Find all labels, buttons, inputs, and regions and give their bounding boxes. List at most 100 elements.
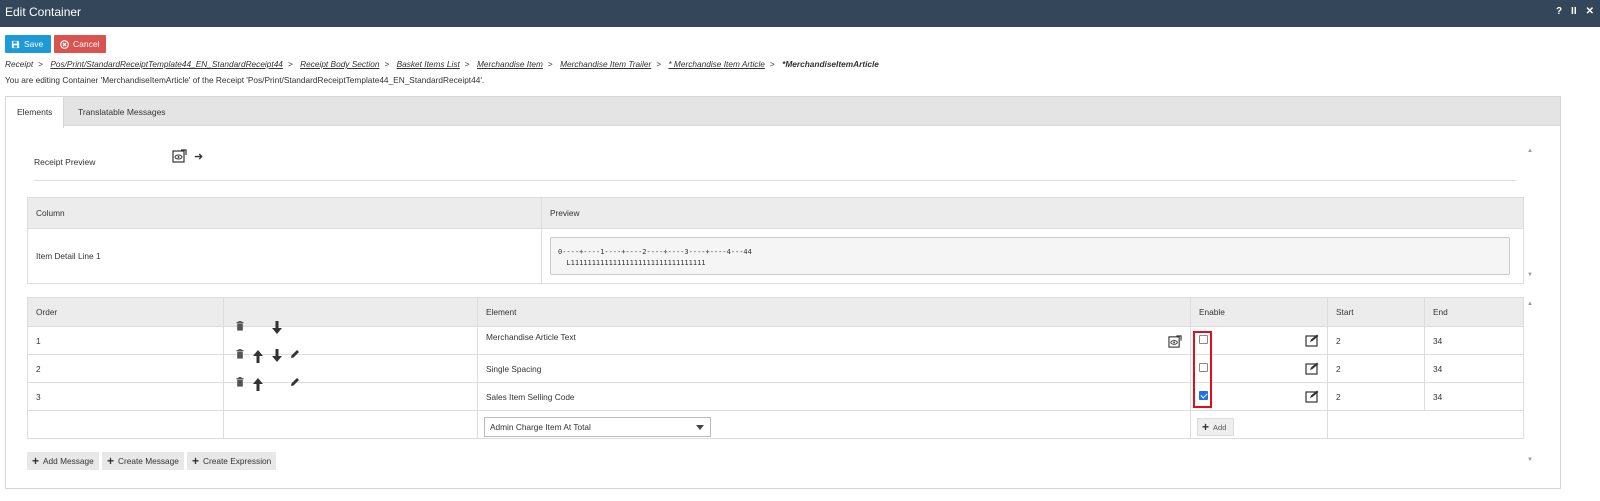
element-name: Sales Item Selling Code [486,391,575,402]
pencil-icon[interactable] [290,349,300,359]
breadcrumb-link-receipt-template[interactable]: Pos/Print/StandardReceiptTemplate44_EN_S… [50,59,283,69]
cancel-button[interactable]: Cancel [54,35,106,53]
breadcrumb-current: *MerchandiseItemArticle [782,59,879,69]
plus-icon: + [32,454,40,468]
add-element-row [27,410,1524,439]
chevron-down-icon [696,425,704,430]
breadcrumb-link-item-trailer[interactable]: Merchandise Item Trailer [560,59,651,69]
start-cell: 2 [1327,354,1425,383]
preview-eye-icon[interactable] [1168,335,1182,348]
move-up-icon[interactable] [253,349,263,363]
tab-bar: Elements Translatable Messages [5,96,1561,128]
editing-info-text: You are editing Container 'MerchandiseIt… [5,75,485,85]
preview-ruler-line: 0----+----1----+----2----+----3----+----… [558,248,752,256]
scroll-up-icon[interactable]: ▲ [1527,148,1533,154]
order-cell: 3 [27,382,224,411]
breadcrumb-link-item-article[interactable]: * Merchandise Item Article [668,59,765,69]
breadcrumb-separator: > [769,59,775,69]
order-cell: 2 [27,354,224,383]
scroll-down-icon[interactable]: ▼ [1527,457,1533,463]
create-message-button[interactable]: + Create Message [102,452,184,470]
breadcrumb-link-basket-items[interactable]: Basket Items List [397,59,460,69]
create-message-label: Create Message [118,456,179,466]
column-header-actions [223,297,478,327]
preview-eye-icon[interactable] [172,149,187,163]
breadcrumb-separator: > [656,59,662,69]
column-header-order: Order [27,297,224,327]
save-label: Save [24,39,44,49]
breadcrumb-separator: > [287,59,293,69]
breadcrumb-separator: > [38,59,43,69]
breadcrumb-separator: > [464,59,470,69]
close-button[interactable]: ✕ [1586,6,1594,17]
empty-cell [1327,410,1524,439]
breadcrumb-link-merchandise-item[interactable]: Merchandise Item [477,59,543,69]
element-cell: Single Spacing [477,354,1191,383]
edit-element-icon[interactable] [1305,362,1319,375]
breadcrumb: Receipt > Pos/Print/StandardReceiptTempla… [5,59,879,69]
arrow-right-icon[interactable]: ➜ [194,150,203,163]
preview-cell: 0----+----1----+----2----+----3----+----… [541,228,1524,284]
table-row: 3 Sales Item Selling Code 2 34 [27,377,1524,411]
empty-cell [223,410,478,439]
move-down-icon[interactable] [272,321,282,335]
move-down-icon[interactable] [272,349,282,363]
tab-translatable-messages[interactable]: Translatable Messages [67,97,177,127]
title-bar: Edit Container ? II ✕ [0,0,1600,27]
pause-button[interactable]: II [1571,6,1577,17]
column-header-preview: Preview [541,197,1524,229]
save-button[interactable]: Save [5,35,51,53]
element-name: Single Spacing [486,363,542,374]
table-row: 2 Single Spacing 2 34 [27,349,1524,383]
element-name: Merchandise Article Text [486,332,576,342]
empty-cell [27,410,224,439]
create-expression-button[interactable]: + Create Expression [187,452,277,470]
add-message-button[interactable]: + Add Message [27,452,99,470]
end-cell: 34 [1424,382,1524,411]
save-icon [11,40,20,49]
element-type-select[interactable]: Admin Charge Item At Total [484,417,711,437]
actions-cell [223,377,478,411]
element-cell: Merchandise Article Text [477,326,1191,355]
plus-icon: + [192,454,200,468]
plus-icon: + [107,454,115,468]
help-button[interactable]: ? [1556,6,1562,17]
divider [34,180,1516,181]
add-message-label: Add Message [43,456,94,466]
edit-element-icon[interactable] [1305,390,1319,403]
preview-column-name: Item Detail Line 1 [27,228,542,284]
column-header-element: Element [477,297,1191,327]
add-label: Add [1213,422,1227,432]
plus-icon: + [1202,420,1210,434]
table-row: Item Detail Line 1 0----+----1----+----2… [27,228,1524,284]
scroll-up-icon[interactable]: ▲ [1527,301,1533,307]
column-header-column: Column [27,197,542,229]
tab-elements[interactable]: Elements [6,97,65,128]
trash-icon[interactable] [236,377,244,387]
breadcrumb-link-body-section[interactable]: Receipt Body Section [300,59,379,69]
pencil-icon[interactable] [290,377,300,387]
add-element-button[interactable]: + Add [1197,418,1234,436]
start-cell: 2 [1327,326,1425,355]
move-up-icon[interactable] [253,377,263,391]
edit-element-icon[interactable] [1305,334,1319,347]
window-controls: ? II ✕ [1556,6,1594,17]
cancel-icon [60,39,69,49]
create-expression-label: Create Expression [203,456,272,466]
enable-highlight-box [1193,331,1212,408]
column-header-enable: Enable [1190,297,1328,327]
element-cell: Sales Item Selling Code [477,382,1191,411]
window-title: Edit Container [5,5,82,19]
end-cell: 34 [1424,326,1524,355]
receipt-preview-box: 0----+----1----+----2----+----3----+----… [550,237,1510,275]
breadcrumb-item-receipt: Receipt [5,59,34,69]
trash-icon[interactable] [236,349,244,359]
preview-table: Column Preview Item Detail Line 1 0----+… [27,197,1524,284]
table-row: 1 Merchandise Article Text 2 34 [27,321,1524,355]
select-value: Admin Charge Item At Total [490,422,591,432]
trash-icon[interactable] [236,321,244,331]
breadcrumb-separator: > [547,59,553,69]
receipt-preview-label: Receipt Preview [34,157,96,167]
scroll-down-icon[interactable]: ▼ [1527,272,1533,278]
breadcrumb-separator: > [384,59,390,69]
